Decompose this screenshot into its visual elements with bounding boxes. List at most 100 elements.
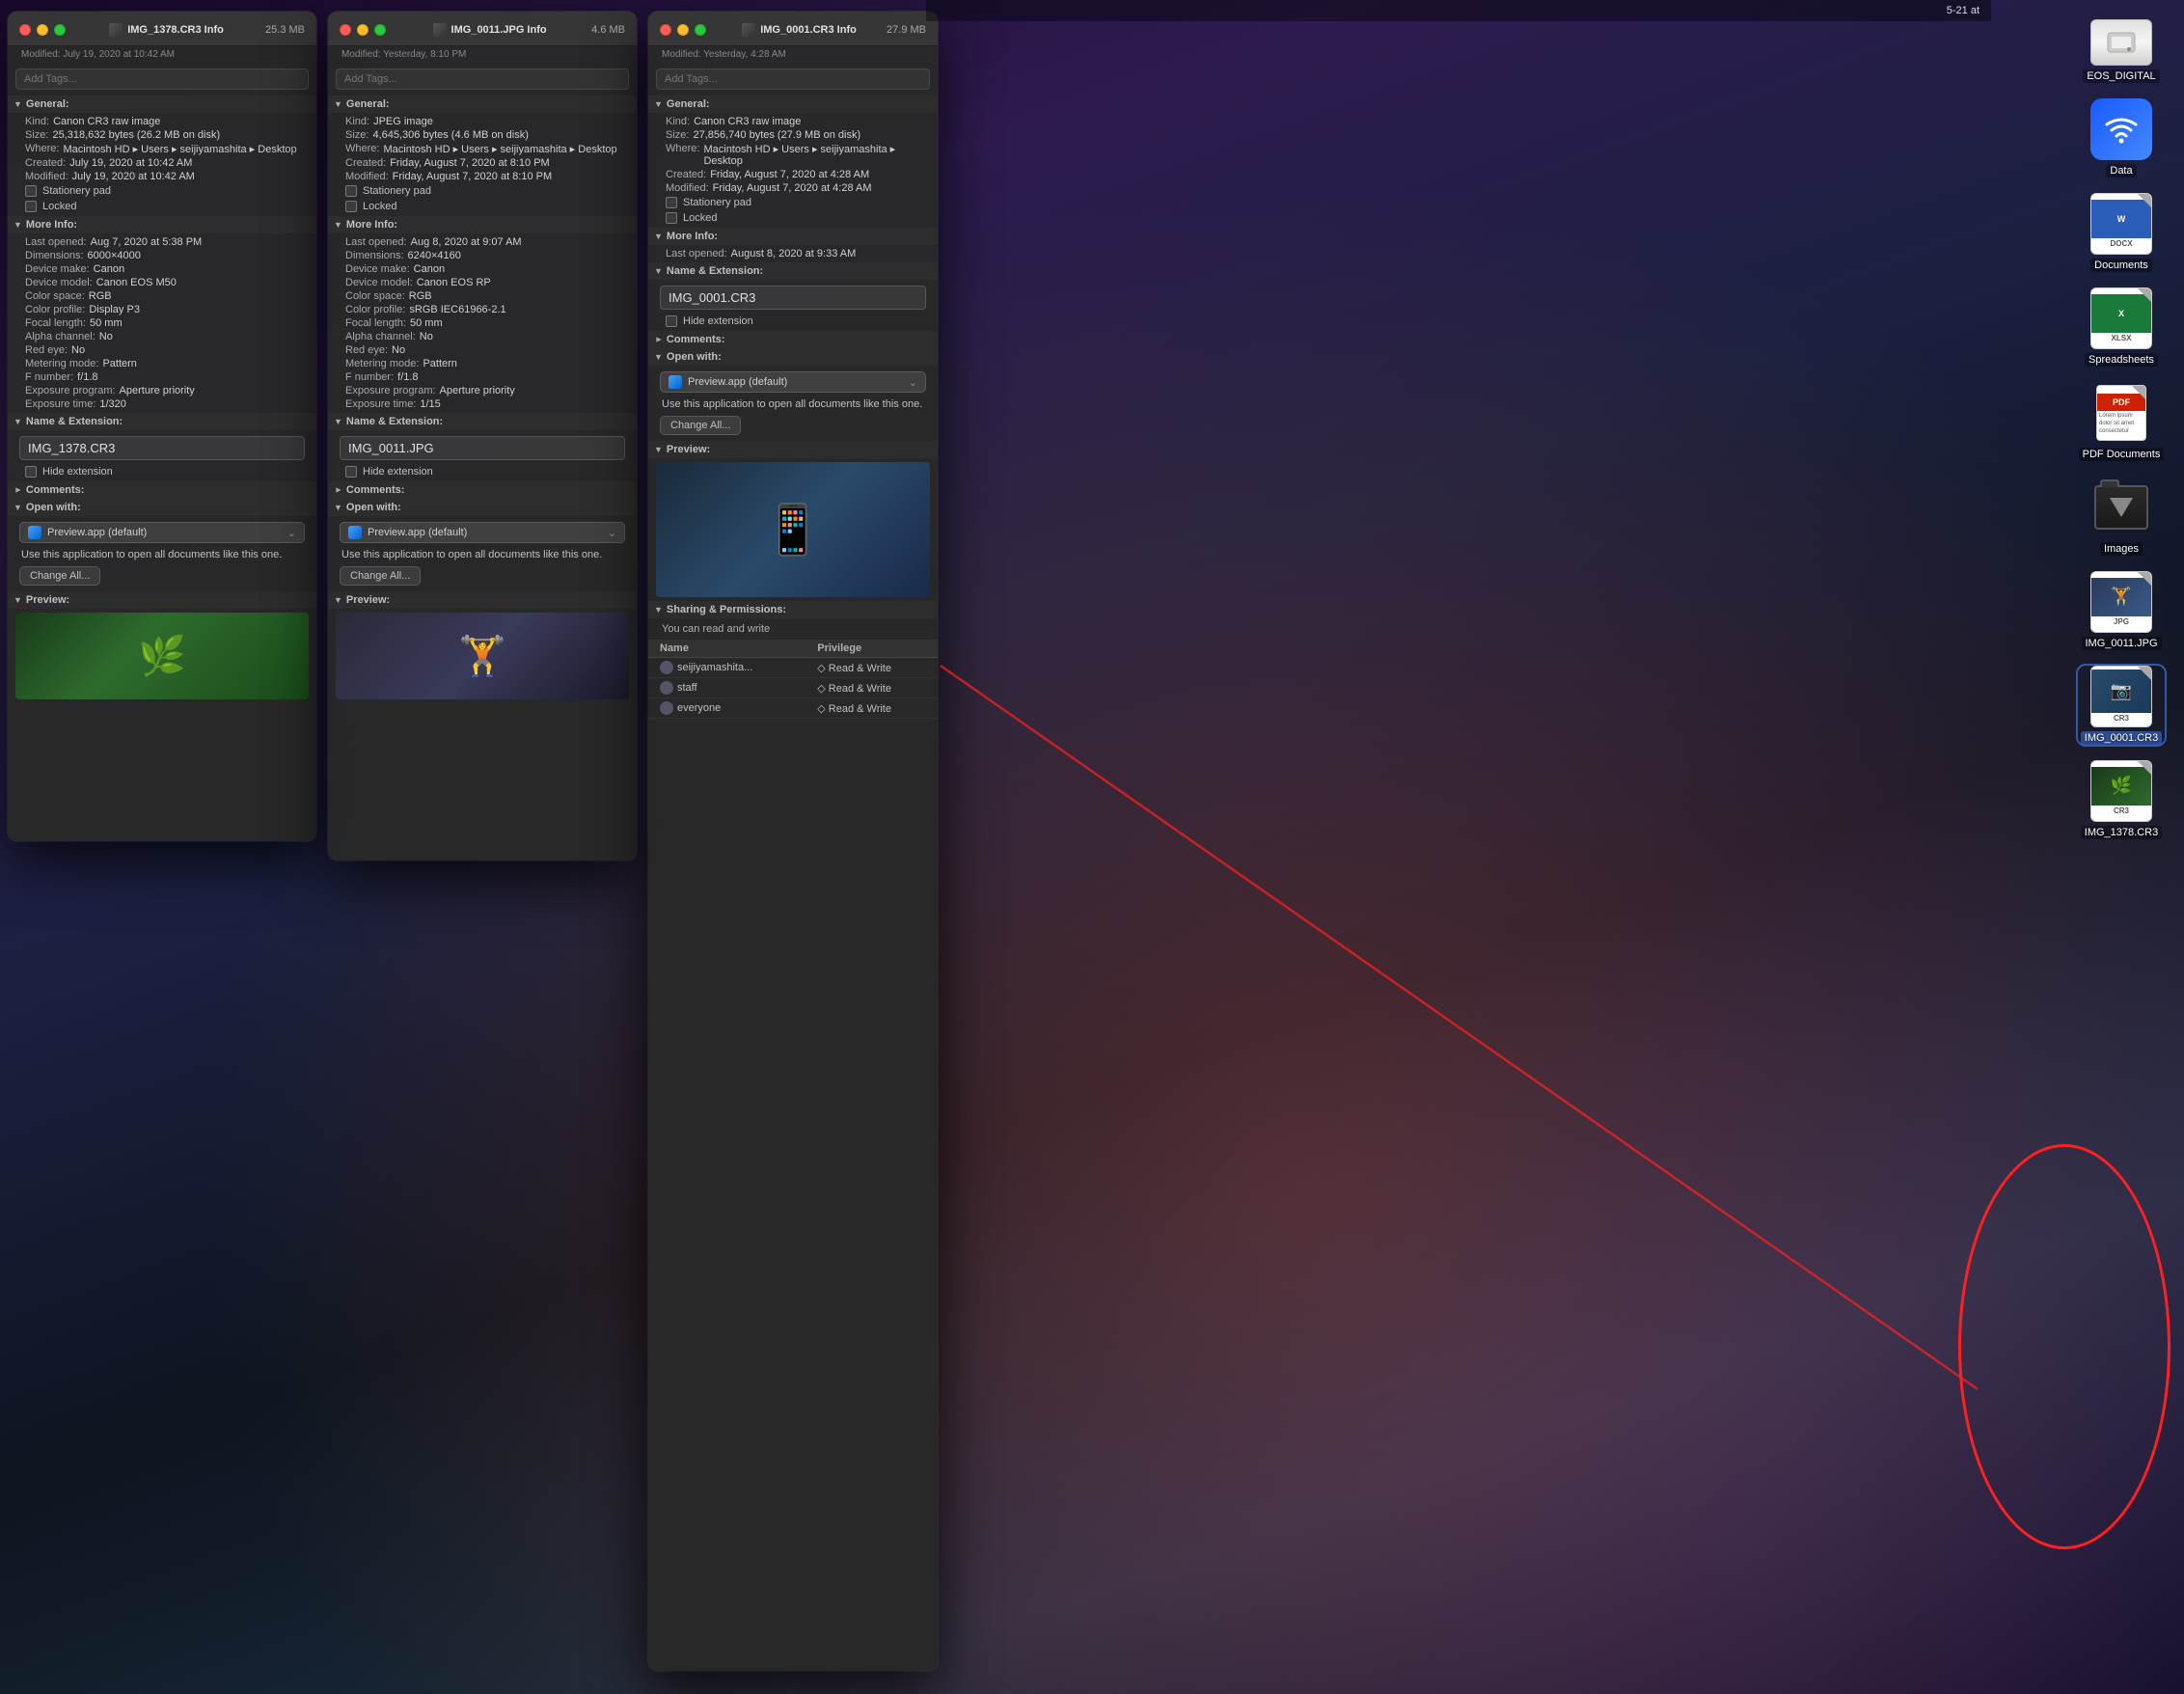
tags-input-2[interactable] [336,68,629,90]
perm-user-2: staff [648,678,805,698]
folder-body [2094,485,2148,530]
img0011-label: IMG_0011.JPG [2082,637,2162,650]
minimize-button-2[interactable] [357,24,369,36]
comments-section-3[interactable]: ▼ Comments: [648,331,938,348]
images-label: Images [2100,542,2143,556]
modified-3: Modified: Yesterday, 4:28 AM [648,46,938,63]
preview-section-1[interactable]: ▼ Preview: [8,591,316,609]
hide-ext-2[interactable]: Hide extension [328,464,637,479]
perm-priv-2: ◇ Read & Write [805,678,938,698]
tags-input-1[interactable] [15,68,309,90]
desktop-icon-pdf[interactable]: PDF Lorem ipsum dolor sit amet consectet… [2078,382,2165,461]
desktop-icon-docs[interactable]: W DOCX Documents [2078,193,2165,272]
close-button-1[interactable] [19,24,31,36]
comments-section-2[interactable]: ▼ Comments: [328,481,637,499]
desktop-icon-spreadsheets[interactable]: X XLSX Spreadsheets [2078,287,2165,367]
col-privilege: Privilege [805,640,938,658]
filename-input-2[interactable]: IMG_0011.JPG [340,436,625,460]
img0001-icon-selected: 📷 CR3 [2090,666,2152,727]
file-icon-3 [742,23,755,37]
close-button-3[interactable] [660,24,671,36]
change-all-btn-1[interactable]: Change All... [19,566,100,586]
more-info-content-3: Last opened:August 8, 2020 at 9:33 AM [648,245,938,262]
more-info-section-1[interactable]: ▼ More Info: [8,216,316,233]
filesize-1: 25.3 MB [265,24,305,36]
name-ext-section-1[interactable]: ▼ Name & Extension: [8,413,316,430]
minimize-button-3[interactable] [677,24,689,36]
general-content-3: Kind:Canon CR3 raw image Size:27,856,740… [648,113,938,228]
open-with-section-3[interactable]: ▼ Open with: [648,348,938,366]
desktop-icon-eos[interactable]: EOS_DIGITAL [2078,19,2165,83]
open-with-section-1[interactable]: ▼ Open with: [8,499,316,516]
more-info-section-2[interactable]: ▼ More Info: [328,216,637,233]
general-section-3[interactable]: ▼ General: [648,96,938,113]
preview-section-2[interactable]: ▼ Preview: [328,591,637,609]
preview-section-3[interactable]: ▼ Preview: [648,441,938,458]
locked-checkbox-1[interactable] [25,201,37,212]
maximize-button-2[interactable] [374,24,386,36]
documents-icon: W DOCX [2090,193,2152,255]
locked-1[interactable]: Locked [8,199,316,214]
user-icon-2 [660,681,673,695]
desktop-icon-img0011[interactable]: 🏋️ JPG IMG_0011.JPG [2078,571,2165,650]
filename-input-1[interactable]: IMG_1378.CR3 [19,436,305,460]
user-icon-1 [660,661,673,674]
locked-2[interactable]: Locked [328,199,637,214]
perm-priv-3: ◇ Read & Write [805,698,938,719]
stationery-checkbox-1[interactable] [25,185,37,197]
sharing-section-3[interactable]: ▼ Sharing & Permissions: [648,601,938,618]
more-info-content-1: Last opened:Aug 7, 2020 at 5:38 PM Dimen… [8,233,316,413]
general-section-1[interactable]: ▼ General: [8,96,316,113]
use-text-3: Use this application to open all documen… [648,396,938,412]
maximize-button-1[interactable] [54,24,66,36]
more-info-section-3[interactable]: ▼ More Info: [648,228,938,245]
traffic-lights-2[interactable] [340,24,386,36]
maximize-button-3[interactable] [695,24,706,36]
triangle-1: ▼ [14,99,22,109]
app-dropdown-3[interactable]: Preview.app (default) ⌄ [660,371,926,393]
name-ext-content-3: IMG_0001.CR3 Hide extension [648,280,938,331]
close-button-2[interactable] [340,24,351,36]
filename-input-3[interactable]: IMG_0001.CR3 [660,286,926,310]
images-folder-icon [2090,477,2152,538]
traffic-lights-1[interactable] [19,24,66,36]
file-icon-1 [109,23,123,37]
cr3-thumb: 📷 CR3 [2090,666,2152,727]
change-all-btn-2[interactable]: Change All... [340,566,421,586]
title-bar-3: IMG_0001.CR3 Info 27.9 MB [648,12,938,46]
name-ext-section-2[interactable]: ▼ Name & Extension: [328,413,637,430]
tags-input-3[interactable] [656,68,930,90]
docx-thumb: W DOCX [2090,193,2152,255]
stationery-pad-3[interactable]: Stationery pad [648,195,938,210]
app-dropdown-2[interactable]: Preview.app (default) ⌄ [340,522,625,543]
desktop-icons: EOS_DIGITAL Data W DOCX Documents [2078,19,2165,839]
minimize-button-1[interactable] [37,24,48,36]
modified-2: Modified: Yesterday, 8:10 PM [328,46,637,63]
name-ext-section-3[interactable]: ▼ Name & Extension: [648,262,938,280]
perm-row-1: seijiyamashita... ◇ Read & Write [648,658,938,678]
desktop-icon-images[interactable]: Images [2078,477,2165,556]
general-content-2: Kind:JPEG image Size:4,645,306 bytes (4.… [328,113,637,216]
hide-ext-1[interactable]: Hide extension [8,464,316,479]
app-dropdown-1[interactable]: Preview.app (default) ⌄ [19,522,305,543]
stationery-pad-2[interactable]: Stationery pad [328,183,637,199]
preview-tablet-img: 📱 [656,462,930,597]
desktop-icon-img1378[interactable]: 🌿 CR3 IMG_1378.CR3 [2078,760,2165,839]
eos-drive-icon [2090,19,2152,66]
general-section-2[interactable]: ▼ General: [328,96,637,113]
preview-app-icon-1 [28,526,41,539]
desktop-icon-data[interactable]: Data [2078,98,2165,178]
change-all-btn-3[interactable]: Change All... [660,416,741,435]
filesize-3: 27.9 MB [887,24,926,36]
preview-app-icon-2 [348,526,362,539]
hide-ext-3[interactable]: Hide extension [648,314,938,329]
locked-3[interactable]: Locked [648,210,938,226]
img0011-icon: 🏋️ JPG [2090,571,2152,633]
cr3-thumb2: 🌿 CR3 [2090,760,2152,822]
desktop-icon-img0001[interactable]: 📷 CR3 IMG_0001.CR3 [2078,666,2165,745]
open-with-section-2[interactable]: ▼ Open with: [328,499,637,516]
traffic-lights-3[interactable] [660,24,706,36]
stationery-pad-1[interactable]: Stationery pad [8,183,316,199]
modified-1: Modified: July 19, 2020 at 10:42 AM [8,46,316,63]
comments-section-1[interactable]: ▼ Comments: [8,481,316,499]
